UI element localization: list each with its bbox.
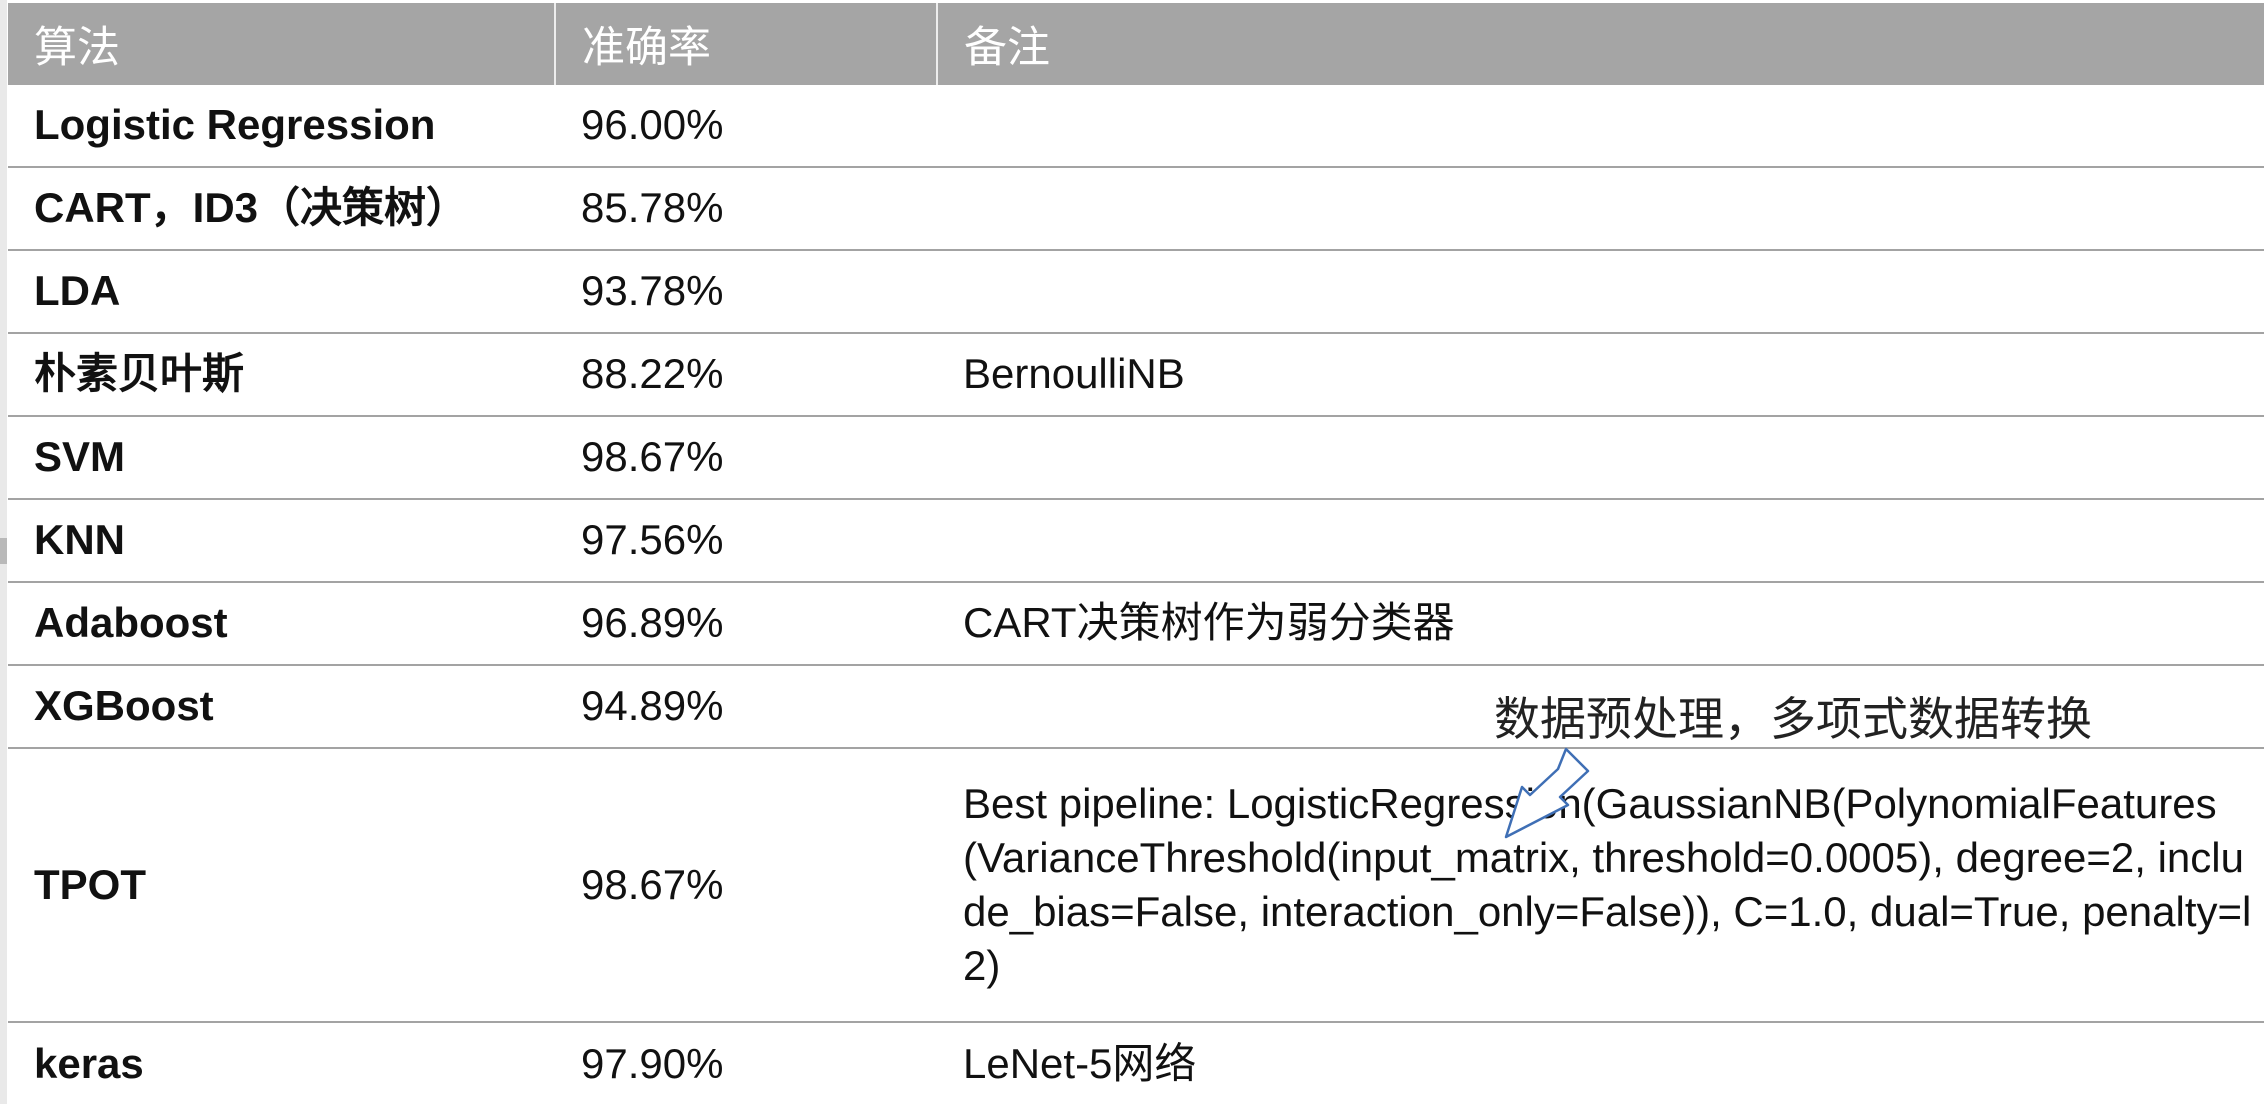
note-cell: LeNet-5网络 [963,1039,1197,1087]
document-page: 算法 准确率 备注 Logistic Regression 96.00% CAR… [0,0,2264,1104]
results-table: 算法 准确率 备注 Logistic Regression 96.00% CAR… [8,3,2264,1105]
algorithm-cell: LDA [8,250,555,334]
algorithm-cell: Adaboost [8,582,555,666]
accuracy-cell: 96.00% [555,85,937,168]
table-row: SVM 98.67% [8,416,2264,500]
table-row: TPOT 98.67% Best pipeline: LogisticRegre… [8,748,2264,1023]
left-edge-marker [0,538,7,564]
algorithm-cell: TPOT [8,748,555,1023]
algorithm-cell: SVM [8,416,555,500]
note-cell [937,167,2264,251]
table-row: KNN 97.56% [8,499,2264,583]
accuracy-cell: 96.89% [555,582,937,666]
accuracy-cell: 88.22% [555,333,937,417]
header-algorithm: 算法 [8,3,556,85]
algorithm-cell: keras [34,1039,144,1087]
table-row: keras 97.90% LeNet-5网络 [8,1022,2264,1105]
header-note: 备注 [937,3,2264,85]
algorithm-cell: Logistic Regression [8,85,555,168]
accuracy-cell: 98.67% [555,416,937,500]
table-row: Logistic Regression 96.00% [8,85,2264,168]
table-row: LDA 93.78% [8,250,2264,334]
algorithm-cell: CART，ID3（决策树） [8,167,555,251]
algorithm-cell: XGBoost [8,665,555,749]
accuracy-cell: 97.56% [555,499,937,583]
note-cell [937,416,2264,500]
note-cell: CART决策树作为弱分类器 [937,582,2264,666]
accuracy-cell: 98.67% [555,748,937,1023]
annotation-text: 数据预处理，多项式数据转换 [1494,692,2092,746]
table-row: Adaboost 96.89% CART决策树作为弱分类器 [8,582,2264,666]
algorithm-cell: 朴素贝叶斯 [8,333,555,417]
header-row: 算法 准确率 备注 [8,3,2264,85]
header-accuracy: 准确率 [555,3,938,85]
accuracy-cell: 85.78% [555,167,937,251]
accuracy-cell: 94.89% [555,665,937,749]
accuracy-cell: 97.90% [581,1039,724,1087]
table-row: CART，ID3（决策树） 85.78% [8,167,2264,251]
accuracy-cell: 93.78% [555,250,937,334]
table-row: 朴素贝叶斯 88.22% BernoulliNB [8,333,2264,417]
note-cell [937,499,2264,583]
note-cell [937,250,2264,334]
arrow-icon [1504,747,1590,839]
algorithm-cell: KNN [8,499,555,583]
note-cell: BernoulliNB [937,333,2264,417]
note-cell [937,85,2264,168]
